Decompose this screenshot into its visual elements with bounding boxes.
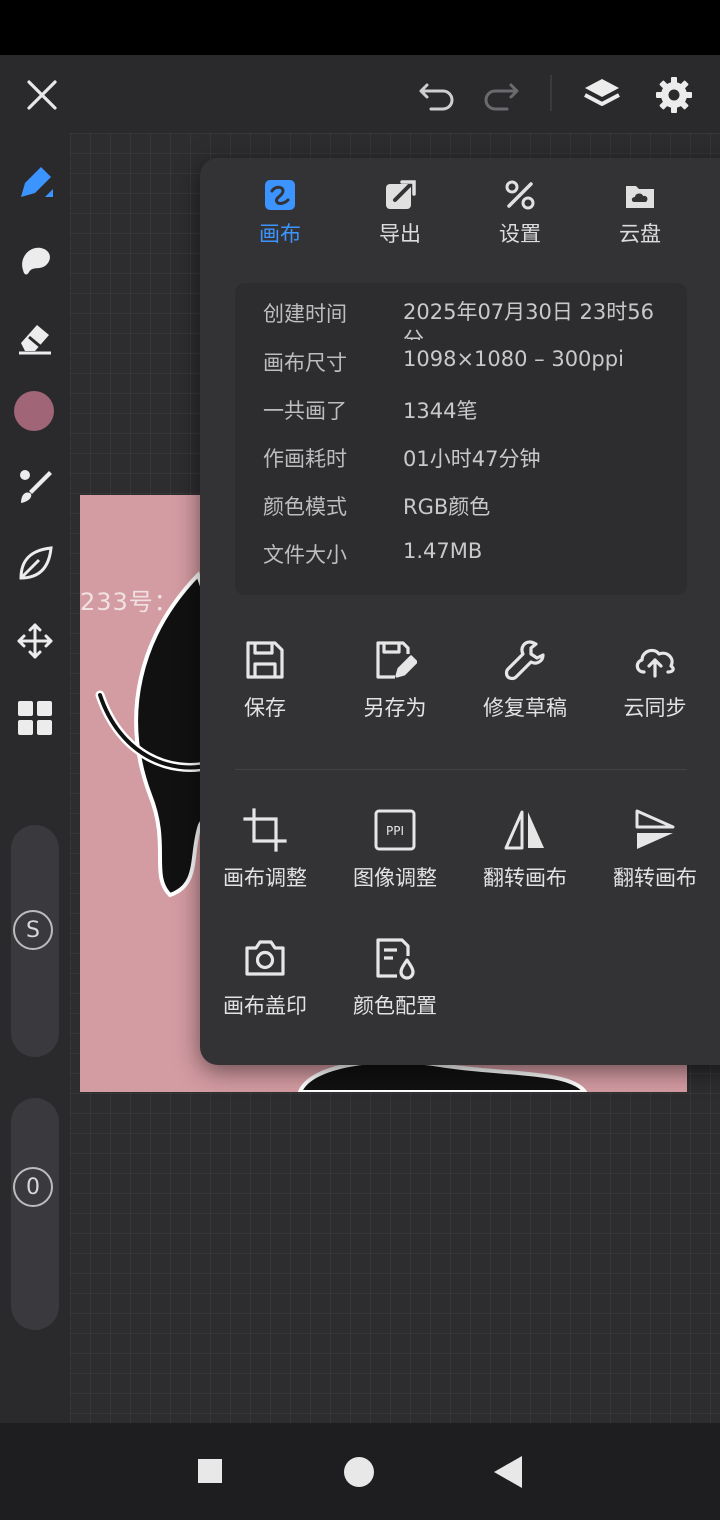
cloud-sync-button[interactable]: 云同步 <box>590 638 720 728</box>
flip-horizontal-button[interactable]: 翻转画布 <box>460 808 590 898</box>
opacity-slider[interactable] <box>11 1098 59 1330</box>
action-divider <box>235 769 687 770</box>
info-value: 01小时47分钟 <box>403 447 541 471</box>
ppi-icon: PPI <box>374 809 416 851</box>
brush-size-knob[interactable]: S <box>13 910 53 950</box>
color-config-button[interactable]: 颜色配置 <box>330 936 460 1026</box>
save-as-icon <box>376 641 417 679</box>
info-value: RGB颜色 <box>403 495 491 519</box>
tab-cloud-label: 云盘 <box>619 222 661 246</box>
brush-size-knob-label: S <box>26 917 40 943</box>
flip-vertical-label: 翻转画布 <box>613 866 697 890</box>
brush-icon[interactable] <box>12 464 58 510</box>
leaf-icon[interactable] <box>12 541 58 587</box>
info-value: 1098×1080 – 300ppi <box>403 347 624 371</box>
back-button[interactable] <box>494 1456 522 1488</box>
smudge-icon[interactable] <box>12 237 58 283</box>
toolbar-divider <box>550 75 552 111</box>
flip-vertical-icon <box>635 809 675 849</box>
undo-icon[interactable] <box>414 73 460 117</box>
home-button[interactable] <box>344 1457 374 1487</box>
canvas-tab-icon <box>265 180 295 210</box>
crop-icon <box>243 808 287 852</box>
canvas-adjust-label: 画布调整 <box>223 866 307 890</box>
info-value: 1.47MB <box>403 539 483 563</box>
repair-draft-button[interactable]: 修复草稿 <box>460 638 590 728</box>
image-adjust-label: 图像调整 <box>353 866 437 890</box>
opacity-knob[interactable]: 0 <box>13 1167 53 1207</box>
color-config-label: 颜色配置 <box>353 994 437 1018</box>
cloud-sync-label: 云同步 <box>623 696 687 720</box>
opacity-knob-label: 0 <box>26 1174 40 1200</box>
info-value: 1344笔 <box>403 399 478 423</box>
repair-draft-label: 修复草稿 <box>483 696 567 720</box>
info-key: 颜色模式 <box>263 495 347 519</box>
info-key: 作画耗时 <box>263 447 347 471</box>
top-toolbar <box>0 55 720 133</box>
svg-text:PPI: PPI <box>386 824 404 838</box>
tab-cloud[interactable]: 云盘 <box>580 178 700 258</box>
flip-horizontal-icon <box>504 810 544 850</box>
flip-vertical-button[interactable]: 翻转画布 <box>590 808 720 898</box>
system-nav-bar <box>0 1423 720 1520</box>
flip-horizontal-label: 翻转画布 <box>483 866 567 890</box>
pen-icon[interactable] <box>12 160 58 206</box>
wrench-icon <box>504 640 545 681</box>
camera-icon <box>245 940 285 976</box>
tab-canvas-label: 画布 <box>259 222 301 246</box>
redo-icon[interactable] <box>478 73 524 117</box>
info-key: 创建时间 <box>263 302 347 326</box>
gear-icon[interactable] <box>650 71 698 119</box>
color-swatch[interactable] <box>14 391 54 431</box>
move-icon[interactable] <box>12 618 58 664</box>
canvas-stamp-button[interactable]: 画布盖印 <box>200 936 330 1026</box>
export-icon <box>386 180 416 209</box>
color-config-icon <box>376 938 415 980</box>
tab-export-label: 导出 <box>379 222 421 246</box>
save-as-button[interactable]: 另存为 <box>330 638 460 728</box>
eraser-icon[interactable] <box>12 314 58 360</box>
canvas-menu-panel: 画布 导出 设置 云盘 创建时间 2025年07月30日 23时56分 画布尺寸… <box>200 158 720 1065</box>
left-toolbar: S 0 <box>0 133 70 1423</box>
save-button[interactable]: 保存 <box>200 638 330 728</box>
panel-tabs: 画布 导出 设置 云盘 <box>200 158 720 268</box>
close-icon[interactable] <box>20 73 64 117</box>
tab-settings[interactable]: 设置 <box>460 178 580 258</box>
canvas-info-card: 创建时间 2025年07月30日 23时56分 画布尺寸 1098×1080 –… <box>235 283 687 595</box>
grid-icon[interactable] <box>12 695 58 741</box>
tab-canvas[interactable]: 画布 <box>220 178 340 258</box>
settings-tools-icon <box>505 180 535 210</box>
tab-export[interactable]: 导出 <box>340 178 460 258</box>
image-adjust-button[interactable]: PPI 图像调整 <box>330 808 460 898</box>
info-key: 文件大小 <box>263 543 347 567</box>
recent-apps-button[interactable] <box>198 1459 222 1483</box>
info-value: 2025年07月30日 23时56分 <box>403 300 655 340</box>
status-bar <box>0 0 720 55</box>
layers-icon[interactable] <box>578 71 626 119</box>
cloud-sync-icon <box>635 648 675 678</box>
info-key: 画布尺寸 <box>263 351 347 375</box>
canvas-adjust-button[interactable]: 画布调整 <box>200 808 330 898</box>
save-icon <box>246 641 284 679</box>
tab-settings-label: 设置 <box>499 222 541 246</box>
save-label: 保存 <box>244 696 286 720</box>
cloud-drive-icon <box>626 186 654 208</box>
canvas-stamp-label: 画布盖印 <box>223 994 307 1018</box>
save-as-label: 另存为 <box>363 696 427 720</box>
info-key: 一共画了 <box>263 399 347 423</box>
